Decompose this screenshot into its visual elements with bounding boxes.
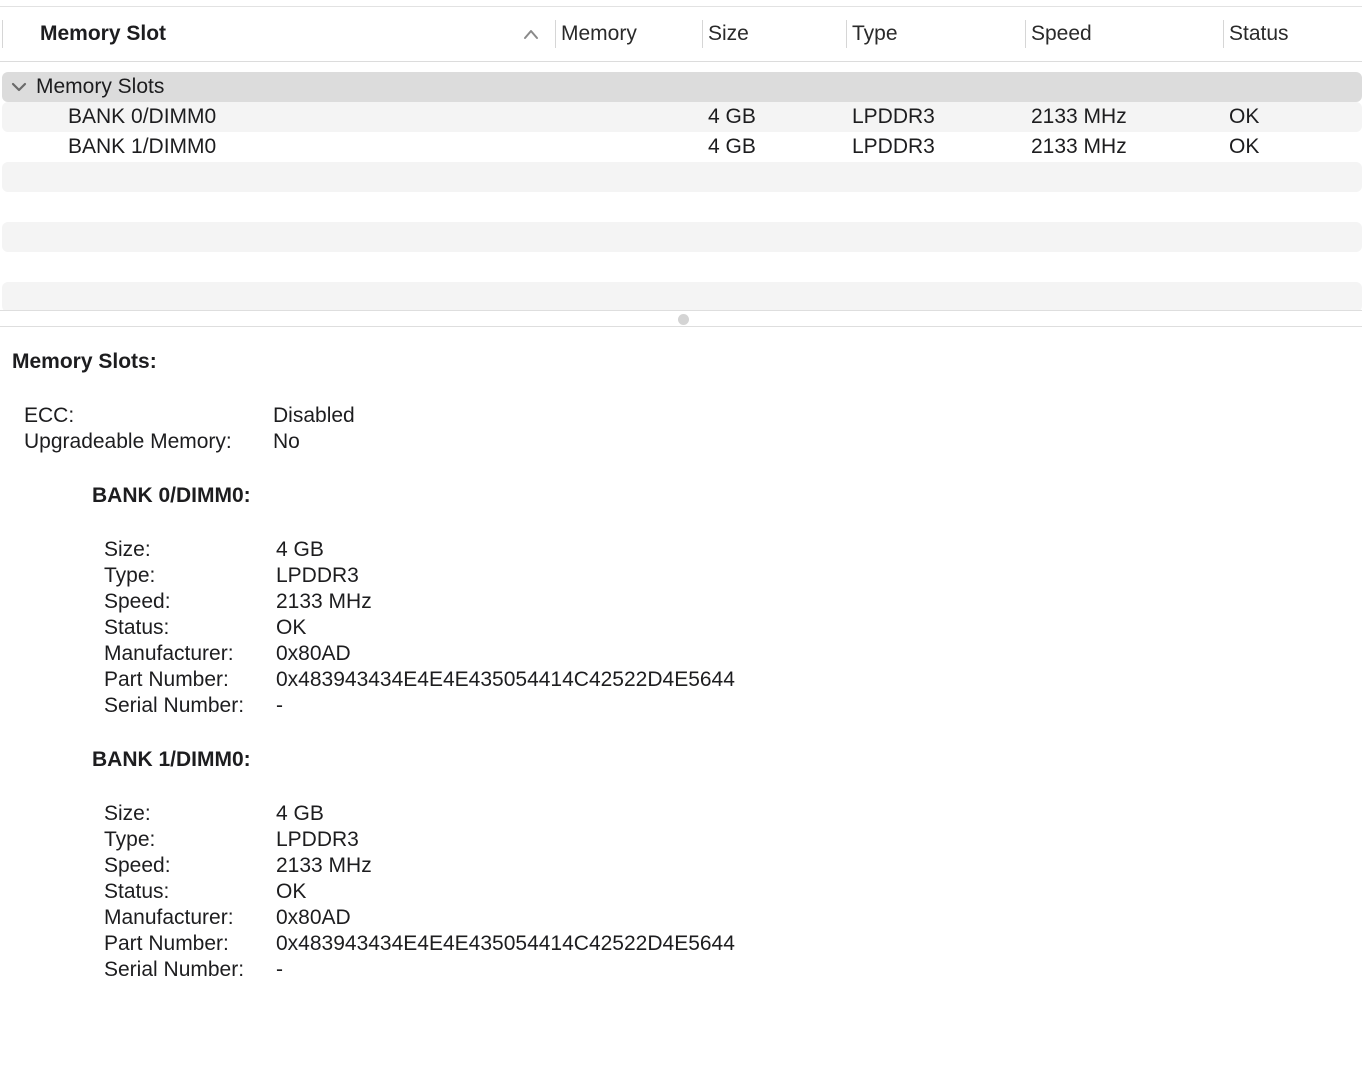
table-row[interactable]: BANK 1/DIMM0 4 GB LPDDR3 2133 MHz OK xyxy=(2,132,1362,162)
serial-number-value: - xyxy=(276,958,283,981)
memory-table: Memory Slot Memory Size Type Speed Statu… xyxy=(0,0,1362,310)
column-header-status[interactable]: Status xyxy=(1229,7,1289,61)
status-label: Status: xyxy=(104,880,170,903)
column-separator[interactable] xyxy=(1223,20,1224,48)
cell-type: LPDDR3 xyxy=(852,105,935,128)
ecc-value: Disabled xyxy=(273,404,355,427)
group-label: Memory Slots xyxy=(36,75,165,98)
column-header-speed[interactable]: Speed xyxy=(1031,7,1092,61)
manufacturer-value: 0x80AD xyxy=(276,906,351,929)
cell-slot: BANK 0/DIMM0 xyxy=(68,105,217,128)
column-header-type[interactable]: Type xyxy=(852,7,898,61)
cell-status: OK xyxy=(1229,105,1260,128)
type-label: Type: xyxy=(104,828,156,851)
cell-size: 4 GB xyxy=(708,105,756,128)
bank-title: BANK 1/DIMM0: xyxy=(92,748,251,771)
empty-row xyxy=(2,252,1362,282)
size-label: Size: xyxy=(104,538,151,561)
ecc-label: ECC: xyxy=(24,404,75,427)
upgradeable-value: No xyxy=(273,430,300,453)
cell-speed: 2133 MHz xyxy=(1031,105,1127,128)
serial-number-label: Serial Number: xyxy=(104,958,245,981)
speed-value: 2133 MHz xyxy=(276,590,372,613)
table-header: Memory Slot Memory Size Type Speed Statu… xyxy=(0,7,1362,62)
type-value: LPDDR3 xyxy=(276,828,359,851)
cell-slot: BANK 1/DIMM0 xyxy=(68,135,217,158)
group-row-memory-slots[interactable]: Memory Slots xyxy=(2,72,1362,102)
cell-type: LPDDR3 xyxy=(852,135,935,158)
speed-label: Speed: xyxy=(104,590,171,613)
size-label: Size: xyxy=(104,802,151,825)
column-separator[interactable] xyxy=(555,20,556,48)
manufacturer-label: Manufacturer: xyxy=(104,906,234,929)
chevron-down-icon[interactable] xyxy=(10,80,28,94)
status-label: Status: xyxy=(104,616,170,639)
column-separator[interactable] xyxy=(846,20,847,48)
chevron-up-icon[interactable] xyxy=(522,26,540,42)
empty-row xyxy=(2,222,1362,252)
type-value: LPDDR3 xyxy=(276,564,359,587)
manufacturer-label: Manufacturer: xyxy=(104,642,234,665)
status-value: OK xyxy=(276,616,307,639)
detail-pane: Memory Slots: ECC: Disabled Upgradeable … xyxy=(0,328,1362,1092)
status-value: OK xyxy=(276,880,307,903)
part-number-value: 0x483943434E4E4E435054414C42522D4E5644 xyxy=(276,932,735,955)
pane-splitter[interactable] xyxy=(0,310,1362,327)
column-header-memory-slot[interactable]: Memory Slot xyxy=(40,7,166,61)
speed-value: 2133 MHz xyxy=(276,854,372,877)
type-label: Type: xyxy=(104,564,156,587)
part-number-label: Part Number: xyxy=(104,668,229,691)
manufacturer-value: 0x80AD xyxy=(276,642,351,665)
table-row[interactable]: BANK 0/DIMM0 4 GB LPDDR3 2133 MHz OK xyxy=(2,102,1362,132)
speed-label: Speed: xyxy=(104,854,171,877)
column-separator xyxy=(2,20,3,48)
column-separator[interactable] xyxy=(702,20,703,48)
empty-row xyxy=(2,162,1362,192)
splitter-handle-icon[interactable] xyxy=(678,314,689,325)
column-separator[interactable] xyxy=(1025,20,1026,48)
size-value: 4 GB xyxy=(276,802,324,825)
upgradeable-label: Upgradeable Memory: xyxy=(24,430,232,453)
serial-number-label: Serial Number: xyxy=(104,694,245,717)
column-header-size[interactable]: Size xyxy=(708,7,749,61)
size-value: 4 GB xyxy=(276,538,324,561)
empty-row xyxy=(2,282,1362,310)
part-number-label: Part Number: xyxy=(104,932,229,955)
bank-title: BANK 0/DIMM0: xyxy=(92,484,251,507)
serial-number-value: - xyxy=(276,694,283,717)
column-header-memory[interactable]: Memory xyxy=(561,7,637,61)
empty-row xyxy=(2,192,1362,222)
cell-status: OK xyxy=(1229,135,1260,158)
cell-size: 4 GB xyxy=(708,135,756,158)
detail-title: Memory Slots: xyxy=(12,350,157,373)
cell-speed: 2133 MHz xyxy=(1031,135,1127,158)
part-number-value: 0x483943434E4E4E435054414C42522D4E5644 xyxy=(276,668,735,691)
